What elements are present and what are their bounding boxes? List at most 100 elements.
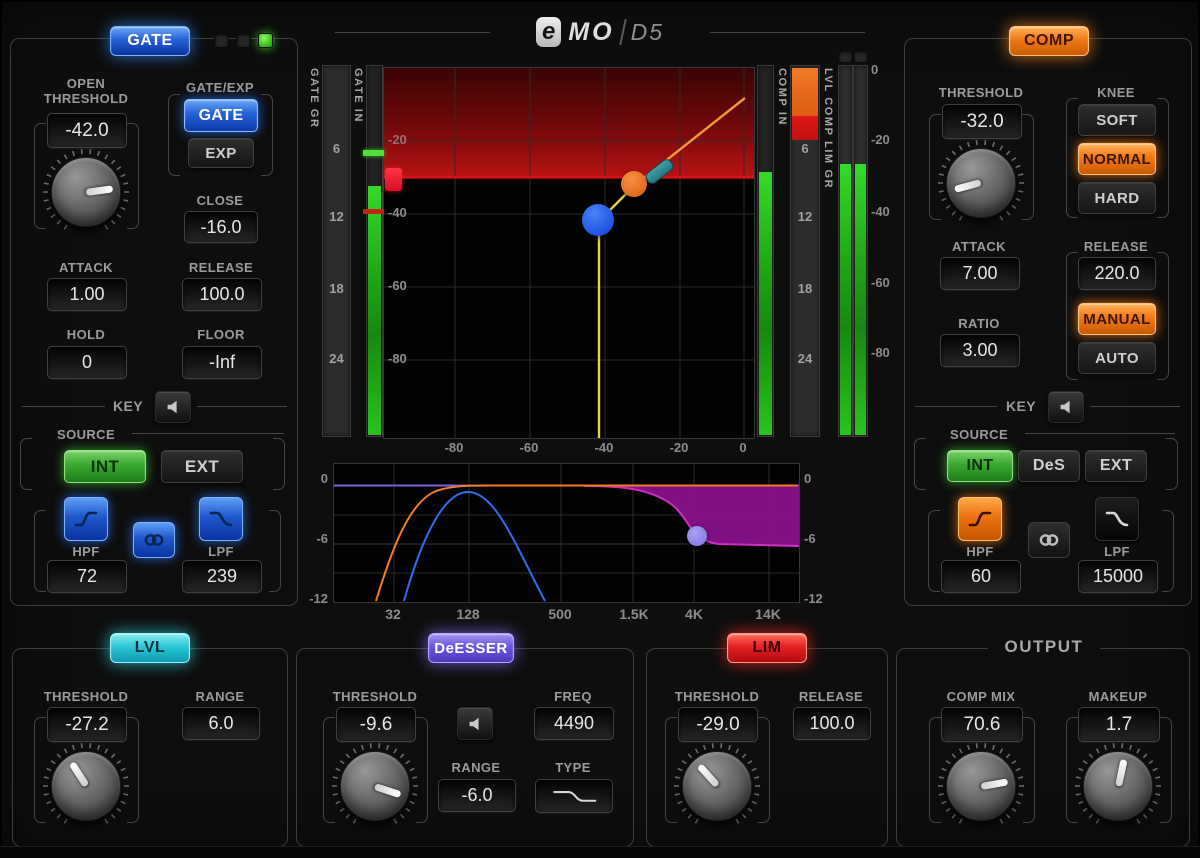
- gate-in-meter: [366, 65, 383, 437]
- gate-source-int-button[interactable]: INT: [64, 450, 146, 483]
- comp-ratio-value[interactable]: 3.00: [940, 334, 1020, 367]
- output-makeup-value[interactable]: 1.7: [1078, 707, 1160, 742]
- comp-source-int-button[interactable]: INT: [947, 450, 1013, 482]
- comp-release-label: RELEASE: [1083, 239, 1149, 254]
- deesser-freq-value[interactable]: 4490: [534, 707, 614, 740]
- comp-threshold-knob[interactable]: [938, 140, 1024, 221]
- x-tick: -60: [519, 440, 539, 455]
- lim-enable-button[interactable]: LIM: [727, 633, 807, 663]
- gate-attack-value[interactable]: 1.00: [47, 278, 127, 311]
- gate-release-value[interactable]: 100.0: [182, 278, 262, 311]
- gate-gr-meter: 6 12 18 24: [322, 65, 351, 437]
- gate-close-threshold-marker[interactable]: [363, 209, 384, 214]
- output-makeup-label: MAKEUP: [1088, 689, 1148, 704]
- comp-threshold-value[interactable]: -32.0: [942, 104, 1022, 139]
- gate-open-threshold-marker[interactable]: [363, 150, 384, 156]
- comp-hpf-value[interactable]: 60: [941, 560, 1021, 593]
- comp-source-des-button[interactable]: DeS: [1018, 450, 1080, 482]
- window-bottom-strip: [0, 846, 1200, 858]
- gate-close-value[interactable]: -16.0: [184, 211, 258, 243]
- deesser-range-value[interactable]: -6.0: [438, 779, 516, 812]
- gate-open-threshold-knob[interactable]: [43, 149, 129, 230]
- out-scale-tick: -80: [871, 345, 890, 360]
- gate-threshold-handle[interactable]: [582, 204, 614, 236]
- gate-floor-label: FLOOR: [197, 327, 245, 342]
- y-tick: -80: [388, 351, 407, 366]
- gate-hpf-value[interactable]: 72: [47, 560, 127, 593]
- speaker-icon: [1060, 400, 1070, 414]
- gate-floor-value[interactable]: -Inf: [182, 346, 262, 379]
- bracket: [1066, 98, 1078, 218]
- bracket: [20, 438, 32, 490]
- knob-pointer: [68, 761, 89, 788]
- comp-release-auto-button[interactable]: AUTO: [1078, 342, 1156, 374]
- comp-knee-normal-button[interactable]: NORMAL: [1078, 143, 1156, 175]
- bracket: [1162, 510, 1174, 592]
- gate-gr-meter-label: GATE GR: [308, 68, 320, 129]
- output-makeup-knob[interactable]: [1075, 743, 1161, 824]
- limiter-threshold-handle[interactable]: [385, 168, 402, 191]
- meter-scale-tick: 12: [329, 209, 344, 224]
- comp-key-monitor-button[interactable]: [1048, 391, 1084, 423]
- deesser-type-button[interactable]: [535, 779, 613, 813]
- gate-enable-button[interactable]: GATE: [110, 26, 190, 56]
- gate-key-filter-link-button[interactable]: [133, 522, 175, 558]
- bracket: [168, 94, 180, 176]
- gate-mode-gate-button[interactable]: GATE: [184, 99, 258, 132]
- eq-x-tick: 4K: [685, 606, 703, 622]
- gate-lpf-value[interactable]: 239: [182, 560, 262, 593]
- lim-release-value[interactable]: 100.0: [793, 707, 871, 740]
- output-clip-led-right[interactable]: [853, 50, 868, 63]
- deesser-threshold-knob[interactable]: [332, 743, 418, 824]
- comp-release-value[interactable]: 220.0: [1078, 257, 1156, 290]
- lvl-threshold-value[interactable]: -27.2: [47, 707, 127, 742]
- output-comp-mix-knob[interactable]: [938, 743, 1024, 824]
- comp-attack-label: ATTACK: [952, 239, 1006, 254]
- lvl-comp-lim-gr-meter-label: LVL COMP LIM GR: [822, 68, 834, 190]
- key-filter-eq-graph: [333, 463, 800, 603]
- eq-x-tick: 32: [385, 606, 401, 622]
- output-comp-mix-value[interactable]: 70.6: [941, 707, 1023, 742]
- meter-fill: [840, 164, 851, 435]
- lim-threshold-knob[interactable]: [674, 743, 760, 824]
- link-icon: [1039, 534, 1059, 546]
- bracket: [34, 510, 46, 592]
- gate-open-threshold-value[interactable]: -42.0: [47, 113, 127, 148]
- comp-threshold-handle[interactable]: [621, 171, 647, 197]
- gate-state-led-2: [236, 33, 251, 48]
- lvl-range-value[interactable]: 6.0: [182, 707, 260, 740]
- bracket: [1157, 252, 1169, 380]
- knob-pointer: [1114, 758, 1128, 787]
- deesser-monitor-button[interactable]: [457, 707, 493, 740]
- gate-key-hpf-button[interactable]: [64, 497, 108, 541]
- lim-threshold-value[interactable]: -29.0: [678, 707, 758, 742]
- comp-knee-label: KNEE: [1097, 85, 1135, 100]
- gate-key-lpf-button[interactable]: [199, 497, 243, 541]
- emo-d5-plugin-window: e MO D5 GATE OPEN THRESHOLD -42.0 GATE/E…: [0, 0, 1200, 858]
- comp-release-manual-button[interactable]: MANUAL: [1078, 303, 1156, 335]
- comp-key-filter-link-button[interactable]: [1028, 522, 1070, 558]
- comp-key-lpf-button[interactable]: [1095, 497, 1139, 541]
- comp-key-hpf-button[interactable]: [958, 497, 1002, 541]
- gate-hold-value[interactable]: 0: [47, 346, 127, 379]
- gate-close-label: CLOSE: [196, 193, 244, 208]
- output-clip-led-left[interactable]: [838, 50, 853, 63]
- comp-source-ext-button[interactable]: EXT: [1085, 450, 1147, 482]
- gate-mode-exp-button[interactable]: EXP: [188, 138, 254, 168]
- comp-knee-soft-button[interactable]: SOFT: [1078, 104, 1156, 136]
- key-divider: [197, 406, 287, 407]
- comp-attack-value[interactable]: 7.00: [940, 257, 1020, 290]
- comp-lpf-label: LPF: [1104, 544, 1130, 559]
- comp-enable-button[interactable]: COMP: [1009, 26, 1089, 56]
- deesser-enable-button[interactable]: DeESSER: [428, 633, 514, 663]
- deesser-threshold-value[interactable]: -9.6: [336, 707, 416, 742]
- lvl-threshold-knob[interactable]: [43, 743, 129, 824]
- comp-key-label: KEY: [1006, 398, 1036, 414]
- gate-source-ext-button[interactable]: EXT: [161, 450, 243, 483]
- gate-key-monitor-button[interactable]: [155, 391, 191, 423]
- comp-lpf-value[interactable]: 15000: [1078, 560, 1158, 593]
- deesser-freq-handle[interactable]: [687, 526, 707, 546]
- bracket: [273, 438, 285, 490]
- comp-knee-hard-button[interactable]: HARD: [1078, 182, 1156, 214]
- lvl-enable-button[interactable]: LVL: [110, 633, 190, 663]
